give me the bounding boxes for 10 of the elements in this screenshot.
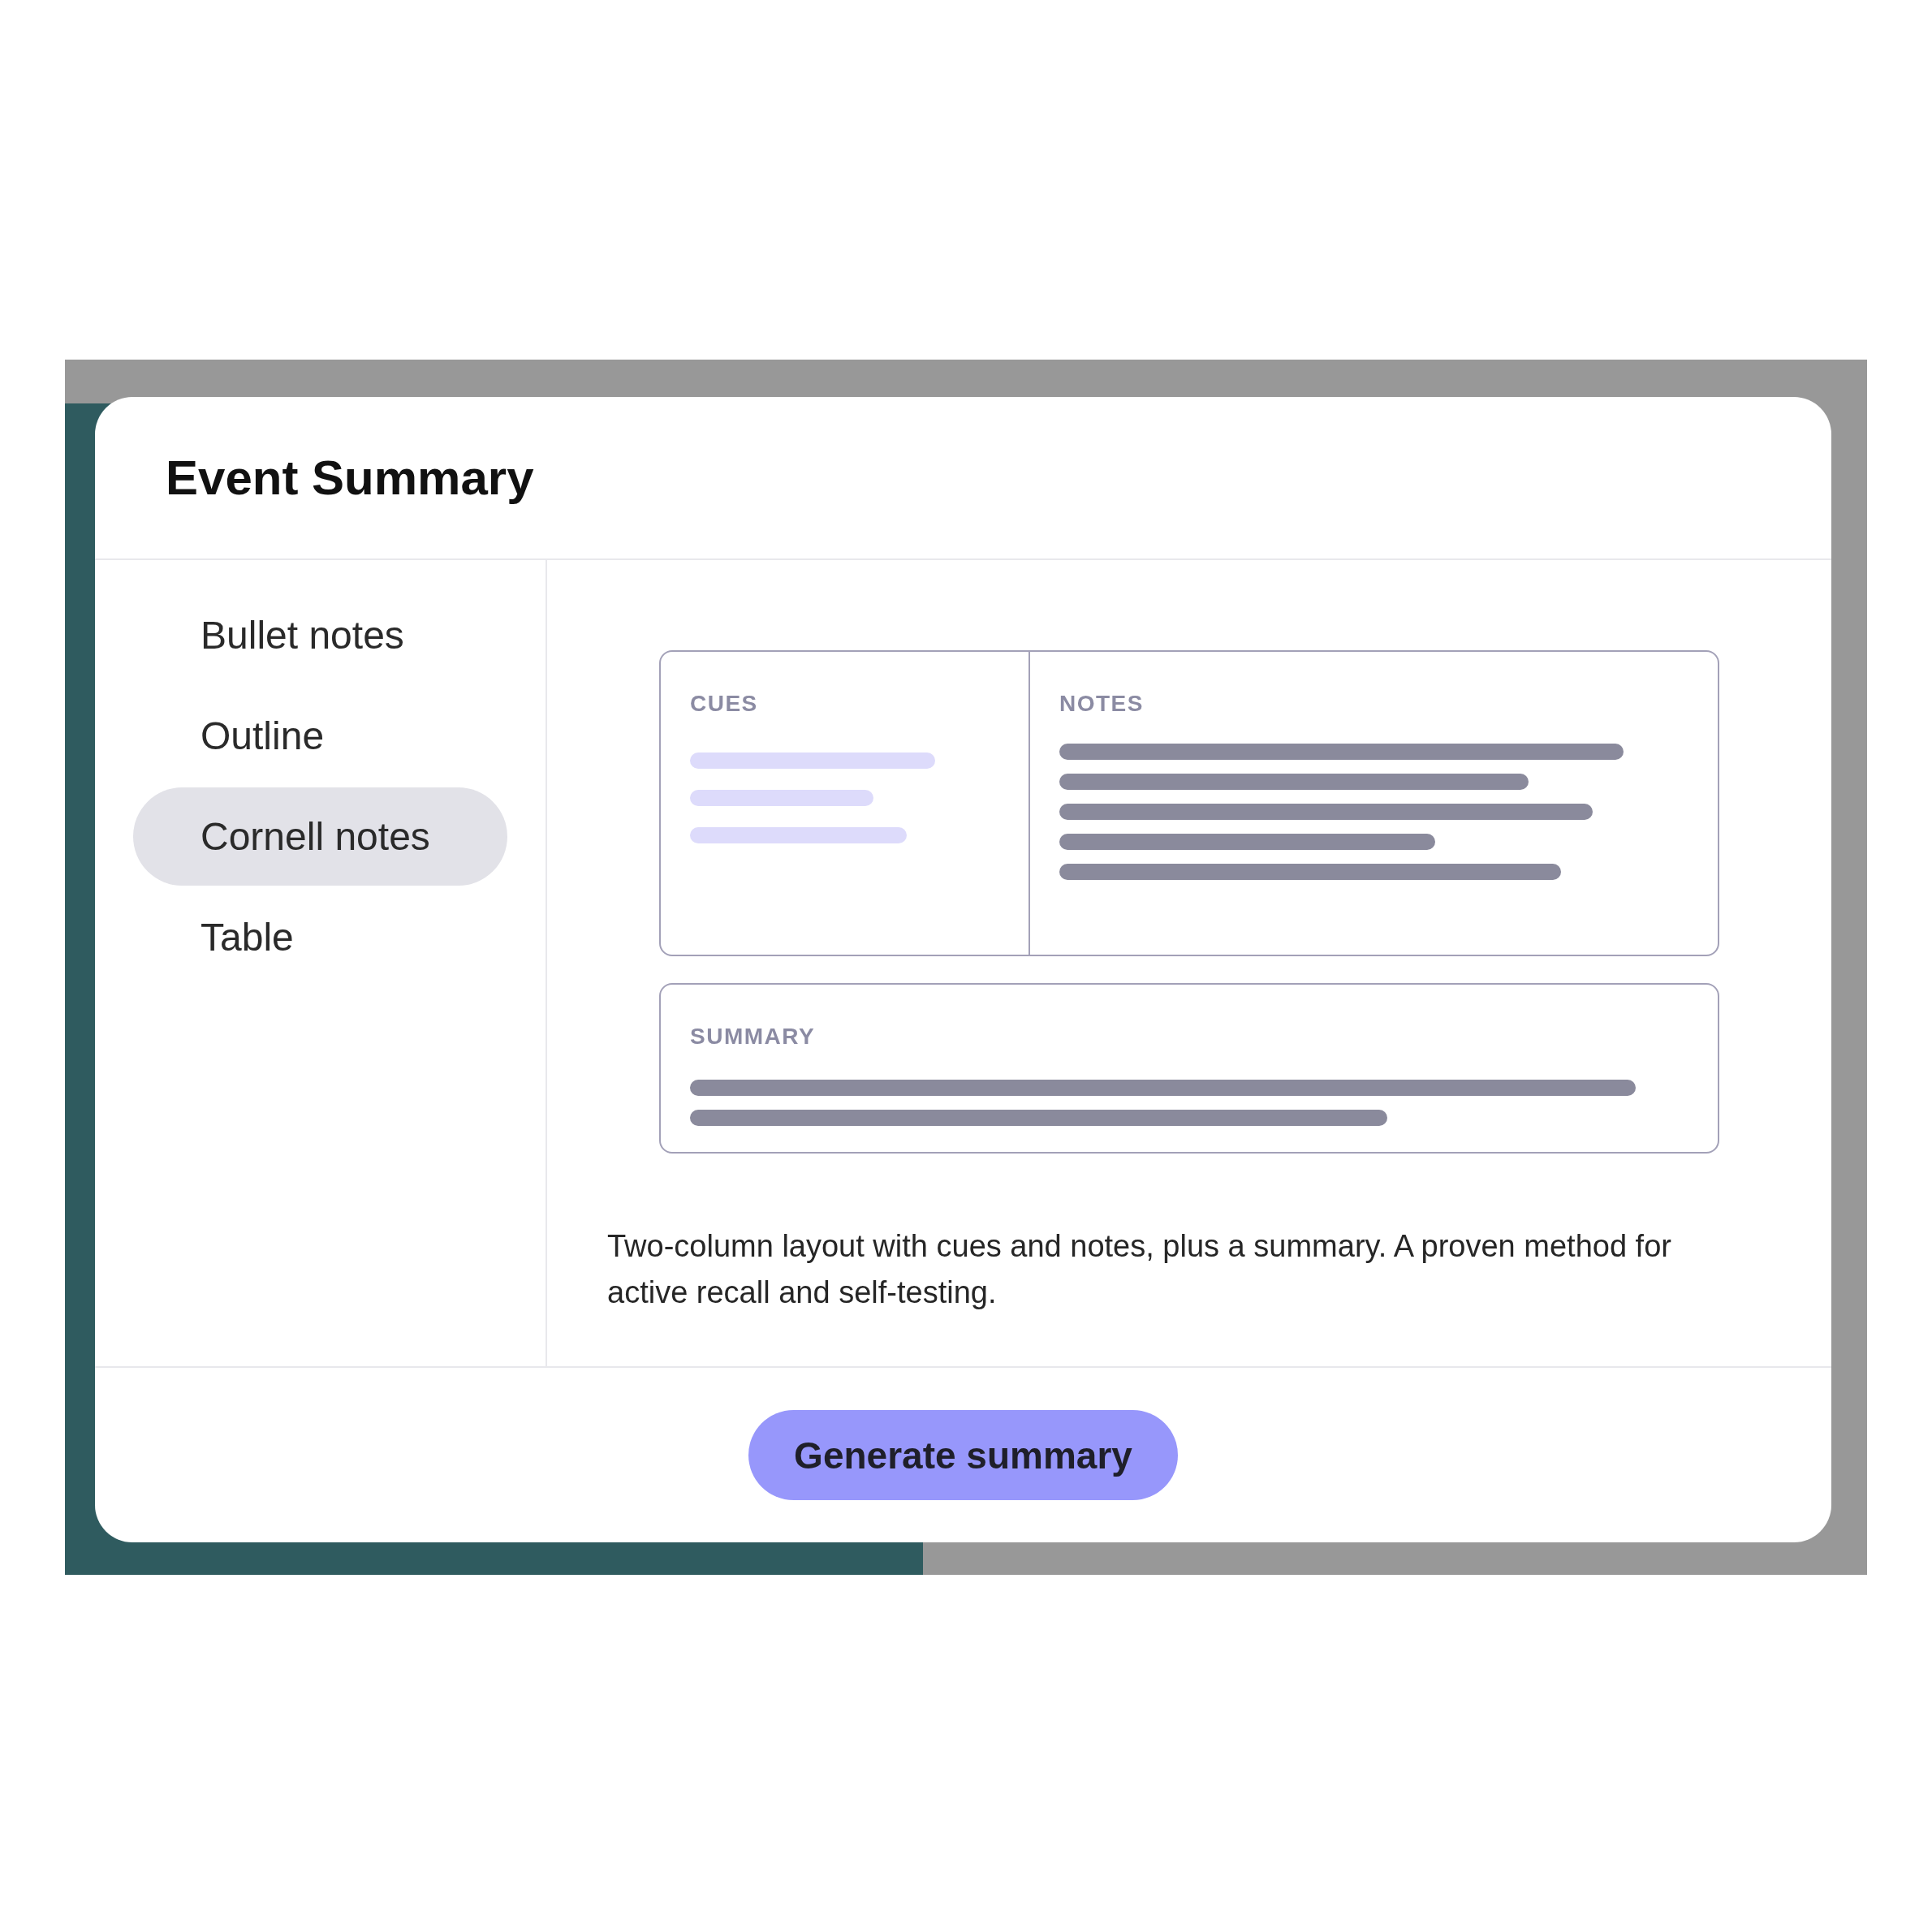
cues-label: CUES xyxy=(690,691,758,717)
format-option[interactable]: Cornell notes xyxy=(133,787,507,886)
format-option[interactable]: Table xyxy=(133,888,507,986)
format-option[interactable]: Bullet notes xyxy=(133,586,507,684)
notes-label: NOTES xyxy=(1059,691,1144,717)
format-option[interactable]: Outline xyxy=(133,687,507,785)
format-description: Two-column layout with cues and notes, plus a summary. A proven method for active recall and self-testing. xyxy=(607,1228,1672,1311)
summary-label: SUMMARY xyxy=(690,1024,816,1050)
generate-summary-button[interactable]: Generate summary xyxy=(748,1410,1178,1500)
dialog-title: Event Summary xyxy=(166,449,534,507)
